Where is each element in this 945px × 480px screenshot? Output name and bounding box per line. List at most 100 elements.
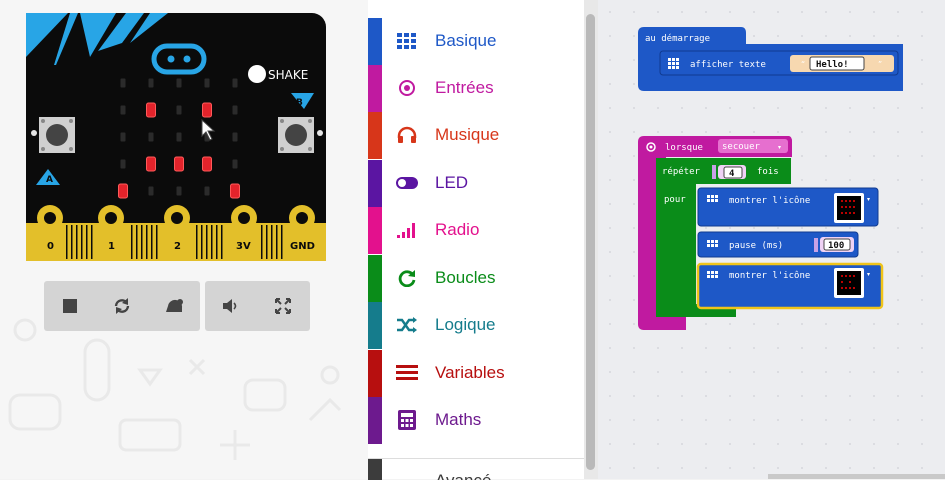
led-on (202, 102, 212, 118)
led-on (118, 183, 128, 199)
led-off (176, 132, 182, 142)
on-start-label: au démarrage (645, 33, 710, 44)
show-icon-label: montrer l'icône (729, 195, 810, 206)
target-icon (396, 77, 418, 99)
pin-stripe (66, 225, 68, 259)
signal-icon (396, 219, 418, 241)
led-off (120, 132, 126, 142)
led-off (120, 105, 126, 115)
gesture-value: secouer (722, 142, 761, 152)
chevron-down-icon: ▾ (778, 144, 781, 151)
svg-text:“: “ (801, 60, 805, 69)
led-off (232, 105, 238, 115)
stop-button[interactable] (48, 281, 92, 331)
pin-stripe (71, 225, 73, 259)
pin-stripe (216, 225, 218, 259)
pin-stripe (131, 225, 133, 259)
mute-button[interactable] (209, 281, 253, 331)
pause-block[interactable]: pause (ms) 100 (697, 231, 859, 258)
toolbox-category-radio[interactable]: Radio (368, 207, 584, 254)
toolbox-category-entrees[interactable]: Entrées (368, 65, 584, 112)
led-off (176, 186, 182, 196)
category-label: Maths (435, 410, 482, 429)
pin-stripe (81, 225, 83, 259)
toolbox-scrollbar[interactable] (586, 14, 595, 470)
led-on (146, 102, 156, 118)
led-off (204, 186, 210, 196)
on-start-block[interactable]: au démarrage afficher texte “ Hello! ” (638, 27, 903, 93)
stop-icon (63, 299, 77, 313)
pin-stripe (141, 225, 143, 259)
toolbox-category-avance[interactable]: Avancé (368, 458, 584, 480)
toolbox-category-boucles[interactable]: Boucles (368, 255, 584, 302)
led-off (176, 105, 182, 115)
show-icon-block-2[interactable]: montrer l'icône ▾ (696, 262, 884, 310)
shuffle-icon (396, 314, 418, 336)
fullscreen-button[interactable] (261, 281, 305, 331)
toolbox-category-variables[interactable]: Variables (368, 350, 584, 397)
headphones-icon (396, 124, 418, 146)
edge-connector: 0 1 2 3V GND (26, 203, 326, 261)
svg-text:”: ” (878, 60, 882, 69)
toolbox-category-maths[interactable]: Maths (368, 397, 584, 444)
fullscreen-icon (275, 298, 291, 314)
microbit-board: SHAKE B A 0 1 2 3V GND (26, 13, 326, 261)
restart-icon (114, 298, 130, 314)
toolbox: Basique Entrées Musique LED Radio Boucle… (368, 0, 584, 480)
workspace-horizontal-scrollbar[interactable] (768, 474, 945, 479)
grid-icon (396, 30, 418, 52)
shake-button[interactable] (248, 65, 266, 83)
string-value-input[interactable]: Hello! (816, 60, 849, 70)
category-color-stripe (368, 207, 382, 254)
pin-1-label: 1 (108, 241, 115, 252)
pin-0-label: 0 (47, 241, 54, 252)
show-icon-label: montrer l'icône (729, 270, 810, 281)
toolbox-category-basique[interactable]: Basique (368, 18, 584, 65)
pin-stripe (196, 225, 198, 259)
show-string-block[interactable]: afficher texte “ Hello! ” (659, 50, 899, 76)
simulator-controls-secondary (205, 281, 310, 331)
pin-stripe (276, 225, 278, 259)
led-off (232, 159, 238, 169)
on-gesture-label: lorsque (665, 143, 703, 153)
category-color-stripe (368, 160, 382, 207)
slow-motion-button[interactable] (152, 281, 196, 331)
pin-stripe (201, 225, 203, 259)
simulator-panel: SHAKE B A 0 1 2 3V GND (0, 0, 368, 479)
simulator-controls (44, 281, 200, 331)
category-color-stripe (368, 18, 382, 65)
show-string-label: afficher texte (690, 60, 766, 70)
calculator-icon (396, 409, 418, 431)
repeat-count-value: 4 (729, 169, 735, 179)
category-color-stripe (368, 112, 382, 159)
category-label: Basique (435, 31, 497, 50)
button-b-label: B (296, 98, 303, 108)
pin-stripe (146, 225, 148, 259)
category-color-stripe (368, 397, 382, 444)
on-gesture-block[interactable]: lorsque secouer ▾ répéter 4 fois pour mo… (638, 136, 888, 336)
pin-gnd-label: GND (290, 241, 315, 252)
toolbox-category-musique[interactable]: Musique (368, 112, 584, 159)
lines-icon (396, 362, 418, 384)
blocks-workspace[interactable]: au démarrage afficher texte “ Hello! ” l… (598, 0, 945, 479)
led-off (120, 159, 126, 169)
toolbox-category-logique[interactable]: Logique (368, 302, 584, 349)
svg-text:▾: ▾ (867, 196, 870, 203)
category-label: Radio (435, 220, 480, 239)
led-off (204, 78, 210, 88)
show-icon-block-1[interactable]: montrer l'icône ▾ (697, 187, 879, 227)
restart-button[interactable] (100, 281, 144, 331)
pin-stripe (266, 225, 268, 259)
led-on (146, 156, 156, 172)
led-off (148, 78, 154, 88)
category-color-stripe (368, 459, 382, 480)
category-label: Boucles (435, 268, 496, 287)
led-on (174, 156, 184, 172)
pin-stripe (206, 225, 208, 259)
category-label: Entrées (435, 78, 494, 97)
pin-stripe (76, 225, 78, 259)
toolbox-category-led[interactable]: LED (368, 160, 584, 207)
category-color-stripe (368, 255, 382, 302)
button-a-label: A (46, 175, 53, 185)
pin-stripe (261, 225, 263, 259)
